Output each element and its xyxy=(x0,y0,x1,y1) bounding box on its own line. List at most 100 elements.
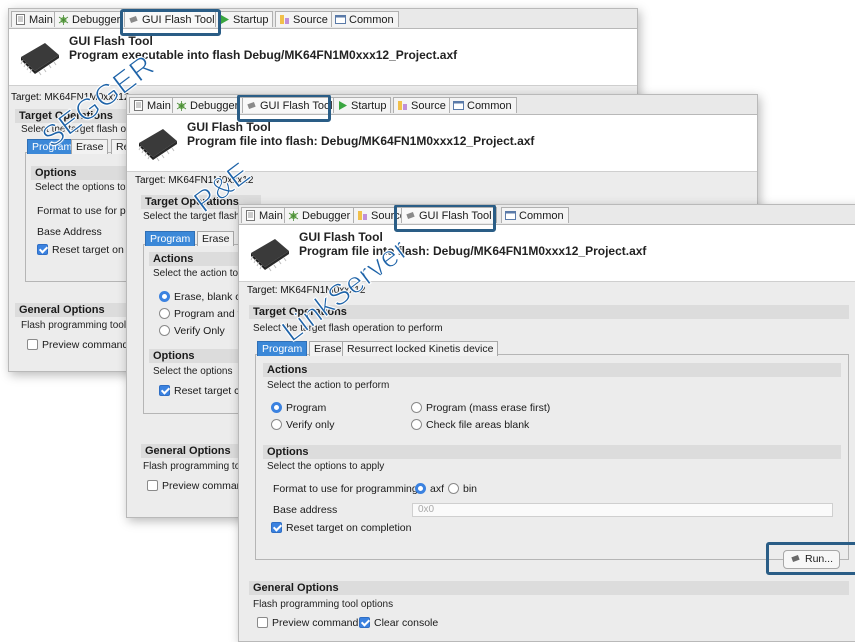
tab-bar: Main Debugger GUI Flash Tool Startup Sou… xyxy=(127,95,757,115)
panel-linkserver: Main Debugger Source GUI Flash Tool Comm… xyxy=(238,204,855,642)
tab-startup[interactable]: Startup xyxy=(333,97,392,113)
tab-main[interactable]: Main xyxy=(241,207,288,223)
actions-desc: Select the action to perform xyxy=(267,380,390,391)
radio-format-bin[interactable]: bin xyxy=(448,483,477,495)
options-desc: Select the options xyxy=(153,366,233,377)
tab-label: Source xyxy=(293,14,328,26)
radio-button[interactable] xyxy=(448,483,459,494)
page-subtitle: Program file into flash: Debug/MK64FN1M0… xyxy=(299,244,647,258)
radio-button[interactable] xyxy=(411,419,422,430)
radio-label: bin xyxy=(463,483,478,495)
preview-label: Preview command xyxy=(272,617,359,629)
header: GUI Flash Tool Program file into flash: … xyxy=(127,115,757,172)
header: GUI Flash Tool Program file into flash: … xyxy=(239,225,855,282)
radio-label: Verify Only xyxy=(174,325,225,337)
target-ops-desc: Select the target flash xyxy=(143,211,240,222)
tab-label: Common xyxy=(519,210,564,222)
reset-checkbox[interactable]: Reset target on xyxy=(37,244,124,256)
radio-program[interactable]: Program xyxy=(271,402,326,414)
clear-console-checkbox[interactable]: Clear console xyxy=(359,617,438,629)
tab-common[interactable]: Common xyxy=(331,11,399,27)
reset-label: Reset target on completion xyxy=(286,522,412,534)
radio-label: axf xyxy=(430,483,445,495)
source-icon xyxy=(398,101,407,110)
checkbox[interactable] xyxy=(37,244,48,255)
checkbox[interactable] xyxy=(147,480,158,491)
tab-highlight xyxy=(394,205,496,232)
general-options-title: General Options xyxy=(15,303,135,317)
radio-program-mass-erase[interactable]: Program (mass erase first) xyxy=(411,402,550,414)
run-highlight xyxy=(766,542,855,575)
tab-label: Common xyxy=(467,100,512,112)
base-address-field[interactable]: 0x0 xyxy=(412,503,833,517)
base-address-label: Base address xyxy=(273,504,338,516)
subtab-program[interactable]: Program xyxy=(145,231,196,246)
general-options-title: General Options xyxy=(249,581,849,595)
tab-label: Main xyxy=(259,210,283,222)
bug-icon xyxy=(288,211,299,221)
subtab-erase[interactable]: Erase xyxy=(309,341,347,356)
subtab-erase[interactable]: Erase xyxy=(197,231,235,246)
tab-startup[interactable]: Startup xyxy=(215,11,274,27)
options-title: Options xyxy=(31,166,141,180)
radio-verify-only[interactable]: Verify Only xyxy=(159,325,225,337)
checkbox[interactable] xyxy=(271,522,282,533)
tab-main[interactable]: Main xyxy=(11,11,58,27)
radio-format-axf[interactable]: axf xyxy=(415,483,444,495)
tab-label: Common xyxy=(349,14,394,26)
radio-button[interactable] xyxy=(271,419,282,430)
radio-button[interactable] xyxy=(415,483,426,494)
tab-debugger[interactable]: Debugger xyxy=(54,11,126,27)
document-icon xyxy=(134,100,143,111)
subtab-resurrect[interactable]: Resurrect locked Kinetis device xyxy=(342,341,499,356)
radio-button[interactable] xyxy=(159,308,170,319)
reset-checkbox[interactable]: Reset target on completion xyxy=(271,522,412,534)
preview-label: Preview comman xyxy=(162,480,243,492)
general-options-desc: Flash programming tool xyxy=(21,320,127,331)
checkbox[interactable] xyxy=(159,385,170,396)
reset-checkbox[interactable]: Reset target c xyxy=(159,385,239,397)
checkbox[interactable] xyxy=(27,339,38,350)
tab-common[interactable]: Common xyxy=(501,207,569,223)
radio-label: Erase, blank c xyxy=(174,291,241,303)
tab-label: Debugger xyxy=(72,14,121,26)
radio-check-blank[interactable]: Check file areas blank xyxy=(411,419,529,431)
radio-label: Program and v xyxy=(174,308,243,320)
tab-debugger[interactable]: Debugger xyxy=(172,97,244,113)
preview-checkbox[interactable]: Preview command xyxy=(257,617,358,629)
radio-button[interactable] xyxy=(159,325,170,336)
format-label: Format to use for programming xyxy=(273,483,418,495)
tab-label: Main xyxy=(29,14,53,26)
reset-label: Reset target c xyxy=(174,385,240,397)
chip-image xyxy=(20,43,59,76)
tab-debugger[interactable]: Debugger xyxy=(284,207,356,223)
subtab-erase[interactable]: Erase xyxy=(71,139,109,154)
tab-common[interactable]: Common xyxy=(449,97,517,113)
options-desc: Select the options to apply xyxy=(267,461,385,472)
page-title: GUI Flash Tool xyxy=(187,120,271,134)
actions-desc: Select the action to xyxy=(153,268,239,279)
tab-source[interactable]: Source xyxy=(275,11,333,27)
window-icon xyxy=(453,101,464,110)
tab-main[interactable]: Main xyxy=(129,97,176,113)
checkbox[interactable] xyxy=(359,617,370,628)
preview-checkbox[interactable]: Preview command xyxy=(27,339,128,351)
tab-highlight xyxy=(120,9,221,36)
window-icon xyxy=(335,15,346,24)
radio-button[interactable] xyxy=(411,402,422,413)
chip-image xyxy=(250,239,289,272)
tab-label: Debugger xyxy=(302,210,351,222)
preview-label: Preview command xyxy=(42,339,129,351)
checkbox[interactable] xyxy=(257,617,268,628)
tab-label: Startup xyxy=(233,14,269,26)
radio-verify-only[interactable]: Verify only xyxy=(271,419,334,431)
radio-erase-blank[interactable]: Erase, blank c xyxy=(159,291,241,303)
bug-icon xyxy=(58,15,69,25)
radio-program-verify[interactable]: Program and v xyxy=(159,308,243,320)
radio-button[interactable] xyxy=(271,402,282,413)
tab-bar: Main Debugger GUI Flash Tool Startup Sou… xyxy=(9,9,637,29)
tab-source[interactable]: Source xyxy=(393,97,451,113)
window-icon xyxy=(505,211,516,220)
radio-button[interactable] xyxy=(159,291,170,302)
preview-checkbox[interactable]: Preview comman xyxy=(147,480,243,492)
